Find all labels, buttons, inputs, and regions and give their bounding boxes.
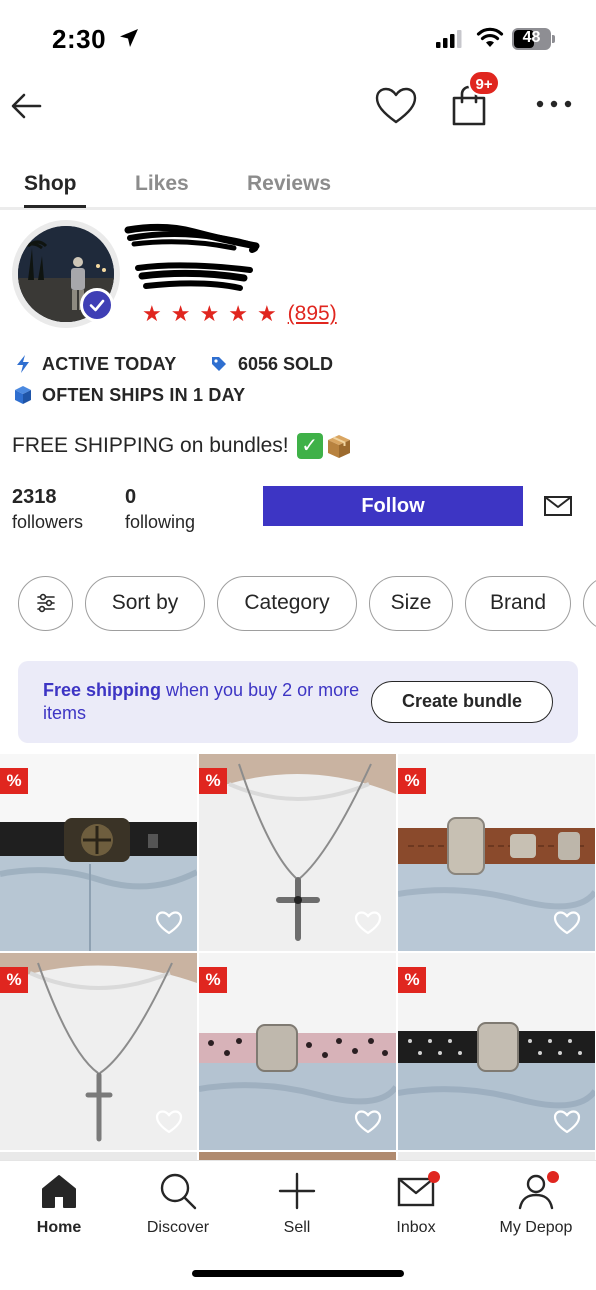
following-label: following [125,512,196,532]
product-tile-studded-belt[interactable]: % [398,953,595,1150]
following-count: 0 [125,486,137,508]
active-today-label: ACTIVE TODAY [42,353,177,374]
create-bundle-button[interactable]: Create bundle [371,681,553,723]
redacted-display-name [135,262,253,291]
bag-count-badge: 9+ [468,70,500,96]
nav-inbox-label: Inbox [396,1219,436,1236]
product-tile-black-belt[interactable]: % [0,754,197,951]
box-icon [15,386,31,404]
location-arrow-icon [120,29,138,47]
lightning-icon [17,355,29,373]
promo-bold-text: Free shipping [43,680,162,700]
review-count-link[interactable]: (895) [288,302,337,326]
nav-home[interactable]: Home [4,1171,114,1237]
category-chip[interactable]: Category [217,576,357,631]
star-icon: ★ [256,301,277,326]
search-icon [160,1173,197,1210]
sale-badge: % [199,768,227,794]
star-icon: ★ [228,301,248,326]
sold-count-label: 6056 SOLD [238,353,334,374]
product-tile-brown-belt[interactable]: % [398,754,595,951]
status-bar: 2:30 48 [0,0,596,80]
profile-notification-dot [547,1171,559,1183]
like-heart-icon[interactable] [354,1109,382,1135]
check-mark-emoji: ✓ [296,433,323,459]
more-filter-chip[interactable] [583,576,596,631]
like-heart-icon[interactable] [155,910,183,936]
filter-settings-button[interactable] [18,576,73,631]
status-time: 2:30 [52,24,107,54]
verified-badge-icon [80,288,114,322]
sale-badge: % [0,967,28,993]
follow-button[interactable]: Follow [263,486,523,526]
star-icon: ★ [142,301,162,326]
nav-sell-label: Sell [283,1219,311,1236]
home-icon [42,1175,76,1208]
product-tile-sword-necklace[interactable]: % [0,953,197,1150]
nav-discover-label: Discover [146,1219,210,1236]
star-icon: ★ [199,301,220,326]
top-nav-bar [0,72,596,142]
bio-text: FREE SHIPPING on bundles! [12,434,289,457]
sold-count-badge: 6056 SOLD [210,351,333,377]
like-heart-icon[interactable] [354,910,382,936]
nav-sell[interactable]: Sell [242,1171,352,1237]
sort-by-chip[interactable]: Sort by [85,576,205,631]
like-heart-icon[interactable] [553,1109,581,1135]
cellular-signal-icon [436,30,462,48]
like-heart-icon[interactable] [553,910,581,936]
following-stat[interactable]: 0 following [125,486,195,533]
product-tile-cross-necklace[interactable]: % [199,754,396,951]
sale-badge: % [398,768,426,794]
back-arrow-icon[interactable] [8,88,44,124]
like-heart-icon[interactable] [155,1109,183,1135]
star-icon: ★ [170,301,191,326]
brand-chip[interactable]: Brand [465,576,571,631]
seller-rating[interactable]: ★ ★ ★ ★ ★ (895) [142,300,337,328]
active-today-badge: ACTIVE TODAY [14,351,176,377]
bundle-promo-banner: Free shipping when you buy 2 or more ite… [18,661,578,743]
sale-badge: % [0,768,28,794]
tab-likes[interactable]: Likes [135,172,189,196]
active-tab-indicator [24,205,86,208]
package-emoji [327,435,350,458]
battery-level: 48 [522,29,541,46]
nav-discover[interactable]: Discover [123,1171,233,1237]
profile-bio: FREE SHIPPING on bundles! ✓ [12,432,353,460]
filter-bar: Sort by Category Size Brand [0,576,596,632]
sliders-icon [36,593,55,613]
redacted-username [124,223,260,253]
battery-icon: 48 [512,28,556,50]
message-envelope-icon[interactable] [542,492,574,520]
ships-fast-badge: OFTEN SHIPS IN 1 DAY [14,382,245,408]
promo-text: Free shipping when you buy 2 or more ite… [43,679,363,725]
wifi-icon [476,27,504,47]
nav-inbox[interactable]: Inbox [361,1171,471,1237]
ships-fast-label: OFTEN SHIPS IN 1 DAY [42,384,246,405]
followers-label: followers [12,512,84,532]
nav-my-depop-label: My Depop [499,1219,573,1236]
tab-reviews[interactable]: Reviews [247,172,331,196]
sale-badge: % [398,967,426,993]
nav-home-label: Home [36,1219,82,1236]
tab-shop[interactable]: Shop [24,172,77,196]
nav-my-depop[interactable]: My Depop [481,1171,591,1237]
followers-count: 2318 [12,486,57,508]
sale-badge: % [199,967,227,993]
price-tag-icon [212,357,226,371]
more-horizontal-icon[interactable] [534,96,574,112]
size-chip[interactable]: Size [369,576,453,631]
inbox-notification-dot [428,1171,440,1183]
heart-outline-icon[interactable] [374,86,418,126]
plus-icon [278,1172,316,1210]
product-grid: % % % % % % [0,754,596,1164]
followers-stat[interactable]: 2318 followers [12,486,83,533]
profile-tabs: Shop Likes Reviews [0,160,596,210]
home-indicator [192,1270,404,1277]
product-tile-leopard-belt[interactable]: % [199,953,396,1150]
